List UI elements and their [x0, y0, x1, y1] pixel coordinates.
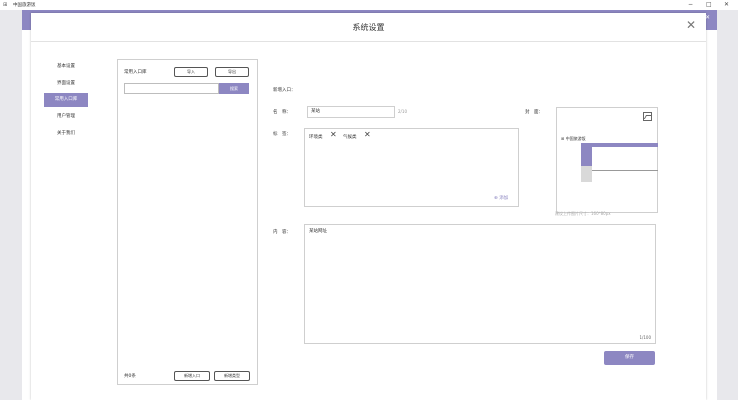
section-label: 新增入口：	[273, 88, 296, 93]
content-value: 某站网址	[309, 229, 327, 234]
cover-hint: 建议上传图片尺寸：160*80px	[555, 211, 611, 216]
save-button[interactable]: 保存	[604, 351, 655, 365]
entry-list-panel: 常用入口库 导入 导出 搜索 共0条 新增入口 新增类型	[117, 59, 258, 385]
tag-item: 气候类	[343, 135, 357, 140]
image-icon[interactable]	[643, 112, 652, 121]
settings-dialog: 系统设置 ✕ 基本设置 界面设置 常用入口库 用户管理 关于我们 常用入口库 导…	[31, 13, 706, 400]
add-entry-button[interactable]: 新增入口	[174, 371, 210, 381]
tag-remove-icon[interactable]: ✕	[330, 131, 337, 139]
cover-preview-header	[581, 143, 658, 147]
content-textarea[interactable]: 某站网址 1/100	[304, 224, 656, 344]
close-button[interactable]: ✕	[724, 1, 729, 8]
entry-form: 新增入口： 名 称： 某站 2/10 标 签： 环境类 ✕ 气候类 ✕ ⊕ 添加…	[271, 13, 701, 400]
export-button[interactable]: 导出	[215, 67, 249, 77]
cover-upload[interactable]: ⊞ 中国旅游饭	[556, 107, 658, 213]
add-type-button[interactable]: 新增类型	[214, 371, 250, 381]
nav-item-entry-library[interactable]: 常用入口库	[44, 93, 88, 108]
list-title: 常用入口库	[124, 70, 147, 75]
content-count: 1/100	[639, 335, 651, 340]
background-right	[717, 10, 738, 400]
tag-item: 环境类	[309, 135, 323, 140]
tags-label: 标 签：	[273, 132, 291, 137]
minimize-button[interactable]: −	[688, 1, 693, 8]
nav-item-basic[interactable]: 基本设置	[44, 60, 88, 74]
nav-item-users[interactable]: 用户管理	[44, 110, 88, 124]
name-input[interactable]: 某站	[307, 106, 395, 118]
background-left	[0, 10, 22, 400]
cover-label: 封 面：	[525, 110, 543, 115]
window-title: 中国旅游饭	[13, 3, 36, 8]
cover-preview-block	[581, 166, 592, 182]
window-titlebar: ⊞ 中国旅游饭 − □ ✕	[0, 0, 738, 10]
cover-preview-line	[592, 170, 658, 171]
settings-nav: 基本设置 界面设置 常用入口库 用户管理 关于我们	[44, 60, 88, 143]
search-button[interactable]: 搜索	[219, 83, 249, 94]
add-tag-button[interactable]: ⊕ 添加	[494, 195, 508, 201]
import-button[interactable]: 导入	[174, 67, 208, 77]
name-count: 2/10	[398, 109, 407, 114]
tags-box[interactable]: 环境类 ✕ 气候类 ✕ ⊕ 添加	[304, 128, 519, 207]
maximize-button[interactable]: □	[706, 1, 712, 8]
list-count: 共0条	[124, 374, 136, 379]
content-label: 内 容：	[273, 230, 291, 235]
search-input[interactable]	[124, 83, 219, 94]
tag-remove-icon[interactable]: ✕	[364, 131, 371, 139]
nav-item-about[interactable]: 关于我们	[44, 127, 88, 141]
nav-item-interface[interactable]: 界面设置	[44, 77, 88, 91]
cover-preview-title: ⊞ 中国旅游饭	[561, 136, 586, 141]
app-icon: ⊞	[3, 2, 8, 8]
name-label: 名 称：	[273, 110, 291, 115]
